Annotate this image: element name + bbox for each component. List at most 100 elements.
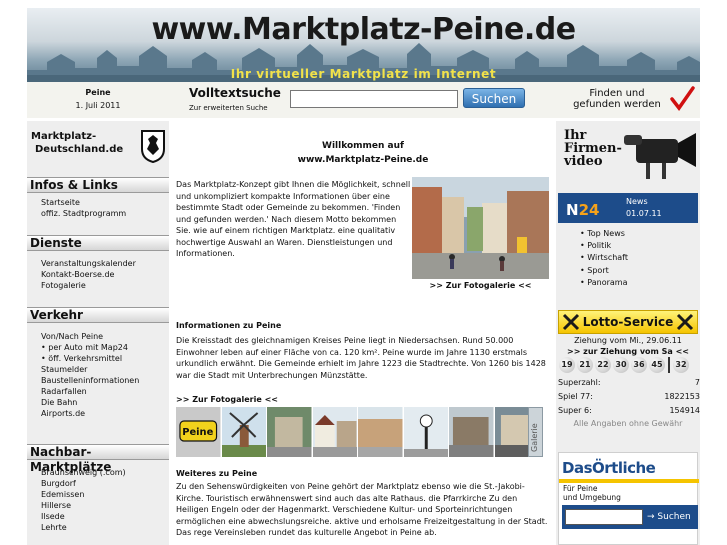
link-ilsede[interactable]: Ilsede — [41, 511, 167, 522]
lotto-title: Lotto-Service — [582, 315, 674, 329]
firmenvideo-ad[interactable]: Ihr Firmen- video — [560, 125, 698, 183]
lotto-cross-icon — [562, 313, 580, 331]
link-veranstaltungskalender[interactable]: Veranstaltungskalender — [41, 258, 167, 269]
photo-gallery-strip: Peine — [176, 407, 542, 457]
zusatzzahl-separator — [668, 357, 670, 373]
n24-topics: • Top News • Politik • Wirtschaft • Spor… — [580, 228, 628, 289]
gallery-tab-label: Galerie — [530, 423, 539, 452]
section-dienste: Dienste — [27, 235, 169, 251]
spiel77-label: Spiel 77: — [558, 392, 593, 401]
link-burgdorf[interactable]: Burgdorf — [41, 478, 167, 489]
n24-topic-sport[interactable]: • Sport — [580, 265, 628, 277]
logo-line-2: Deutschland.de — [35, 144, 124, 155]
n24-topic-panorama[interactable]: • Panorama — [580, 277, 628, 289]
slogan: Finden und gefunden werden — [572, 88, 662, 110]
street-photo[interactable] — [412, 177, 549, 279]
link-staumelder[interactable]: Staumelder — [41, 364, 167, 375]
gallery-thumb-square[interactable] — [449, 407, 494, 457]
coat-of-arms-icon — [141, 130, 165, 163]
dasoertliche-box: DasÖrtliche Für Peine und Umgebung → Suc… — [558, 452, 699, 545]
spiel77-value: 1822153 — [664, 392, 700, 401]
slogan-line-1: Finden und — [589, 88, 645, 99]
link-braunschweig[interactable]: Braunschweig (.com) — [41, 467, 167, 478]
dasoertliche-accent-bar — [559, 479, 699, 483]
location-box: Peine 1. Juli 2011 — [27, 82, 169, 118]
n24-topic-top-news[interactable]: • Top News — [580, 228, 628, 240]
superzahl-label: Superzahl: — [558, 378, 601, 387]
lotto-next-draw-link[interactable]: >> zur Ziehung vom Sa << — [567, 347, 689, 356]
dasoertliche-sub-2: und Umgebung — [563, 493, 621, 502]
link-edemissen[interactable]: Edemissen — [41, 489, 167, 500]
lotto-numbers: 19 21 22 30 36 45 32 — [559, 357, 701, 375]
n24-topic-wirtschaft[interactable]: • Wirtschaft — [580, 252, 628, 264]
link-stadtprogramm[interactable]: offiz. Stadtprogramm — [41, 208, 167, 219]
n24-logo: N24 — [566, 201, 599, 219]
search-row: Peine 1. Juli 2011 Volltextsuche Zur erw… — [27, 82, 700, 118]
n24-news-box[interactable]: N24 News 01.07.11 — [558, 193, 698, 223]
dasoertliche-search-input[interactable] — [565, 509, 643, 525]
link-radarfallen[interactable]: Radarfallen — [41, 386, 167, 397]
dasoertliche-subtitle: Für Peine und Umgebung — [563, 484, 621, 502]
link-startseite[interactable]: Startseite — [41, 197, 167, 208]
gallery-thumb-market[interactable] — [358, 407, 403, 457]
welcome-heading: Willkommen auf www.Marktplatz-Peine.de — [173, 139, 553, 167]
link-lehrte[interactable]: Lehrte — [41, 522, 167, 533]
link-von-nach-peine[interactable]: Von/Nach Peine — [41, 331, 167, 342]
intro-text: Das Marktplatz-Konzept gibt Ihnen die Mö… — [176, 180, 411, 258]
lotto-cross-icon-2 — [676, 313, 694, 331]
super6-value: 154914 — [669, 406, 700, 415]
gallery-thumb-peine-sign[interactable]: Peine — [176, 407, 221, 457]
n24-topic-politik[interactable]: • Politik — [580, 240, 628, 252]
marktplatz-deutschland-logo[interactable]: Marktplatz- Deutschland.de — [27, 127, 169, 169]
slogan-line-2: gefunden werden — [573, 99, 661, 110]
search-input[interactable] — [290, 90, 458, 108]
advanced-search-link[interactable]: Zur erweiterten Suche — [189, 104, 268, 112]
super6-label: Super 6: — [558, 406, 592, 415]
lotto-ball: 30 — [613, 357, 629, 373]
firmenvideo-line-3: video — [564, 154, 603, 169]
site-tagline: Ihr virtueller Marktplatz im Internet — [230, 67, 497, 81]
logo-line-1: Marktplatz- — [31, 131, 97, 142]
link-oeff-verkehrsmittel[interactable]: • öff. Verkehrsmittel — [41, 353, 167, 364]
infos-links-list: Startseite offiz. Stadtprogramm — [41, 197, 167, 219]
lotto-draw-date: Ziehung vom Mi., 29.06.11 — [574, 336, 682, 345]
lotto-ball: 19 — [559, 357, 575, 373]
link-fotogalerie[interactable]: Fotogalerie — [41, 280, 167, 291]
n24-news-date: 01.07.11 — [626, 209, 662, 218]
gallery-thumb-street[interactable] — [267, 407, 312, 457]
header-banner: www.Marktplatz-Peine.de Ihr virtueller M… — [27, 8, 700, 82]
info-text: Die Kreisstadt des gleichnamigen Kreises… — [176, 336, 546, 380]
lotto-zusatzzahl: 32 — [673, 357, 689, 373]
link-hillerse[interactable]: Hillerse — [41, 500, 167, 511]
gallery-thumb-clock[interactable] — [403, 407, 449, 457]
n24-logo-24: 24 — [578, 201, 600, 219]
gallery-thumb-houses[interactable] — [312, 407, 358, 457]
main-content: Willkommen auf www.Marktplatz-Peine.de D… — [173, 121, 553, 545]
lotto-disclaimer: Alle Angaben ohne Gewähr — [573, 419, 683, 428]
dasoertliche-logo[interactable]: DasÖrtliche — [562, 459, 656, 477]
n24-news-info: News 01.07.11 — [626, 196, 662, 220]
welcome-line-2: www.Marktplatz-Peine.de — [297, 155, 429, 165]
dasoertliche-search-button[interactable]: → Suchen — [647, 509, 691, 525]
lotto-service-header[interactable]: Lotto-Service — [558, 310, 698, 334]
firmenvideo-text: Ihr Firmen- video — [564, 129, 622, 168]
lotto-draw-info: Ziehung vom Mi., 29.06.11 >> zur Ziehung… — [556, 335, 700, 357]
info-heading: Informationen zu Peine — [176, 321, 282, 330]
link-baustelleninformationen[interactable]: Baustelleninformationen — [41, 375, 167, 386]
link-die-bahn[interactable]: Die Bahn — [41, 397, 167, 408]
gallery-link-2[interactable]: >> Zur Fotogalerie << — [176, 395, 278, 404]
site-title[interactable]: www.Marktplatz-Peine.de — [27, 12, 700, 47]
lotto-ball: 36 — [631, 357, 647, 373]
verkehr-list: Von/Nach Peine • per Auto mit Map24 • öf… — [41, 331, 167, 419]
dienste-list: Veranstaltungskalender Kontakt-Boerse.de… — [41, 258, 167, 291]
n24-logo-n: N — [566, 201, 579, 219]
link-airports[interactable]: Airports.de — [41, 408, 167, 419]
link-map24[interactable]: • per Auto mit Map24 — [41, 342, 167, 353]
dasoertliche-search-box: → Suchen — [562, 505, 698, 529]
gallery-tab[interactable]: Galerie — [528, 407, 543, 457]
dasoertliche-sub-1: Für Peine — [563, 484, 598, 493]
search-button[interactable]: Suchen — [463, 88, 525, 108]
gallery-link[interactable]: >> Zur Fotogalerie << — [412, 281, 549, 290]
link-kontakt-boerse[interactable]: Kontakt-Boerse.de — [41, 269, 167, 280]
gallery-thumb-windmill[interactable] — [221, 407, 267, 457]
